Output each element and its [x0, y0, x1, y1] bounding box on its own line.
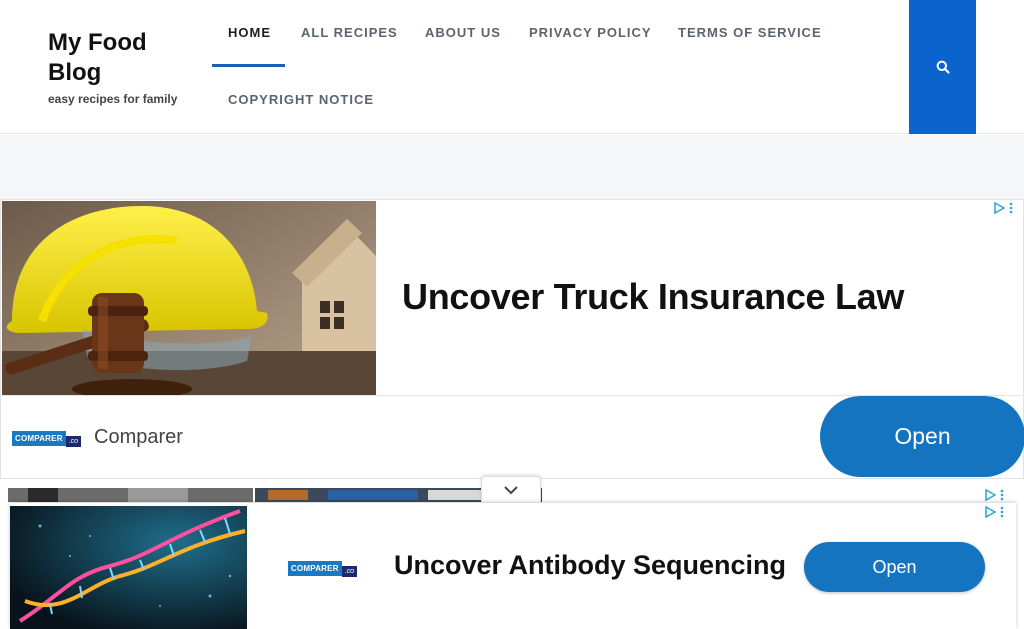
- logo-suffix: .co: [65, 436, 82, 447]
- ad-choices[interactable]: [994, 202, 1013, 214]
- site-header: My Food Blog easy recipes for family HOM…: [0, 0, 1024, 134]
- collapse-ad-button[interactable]: [481, 476, 541, 502]
- nav-item-all-recipes[interactable]: ALL RECIPES: [301, 25, 398, 40]
- logo-text: COMPARER: [288, 561, 342, 576]
- site-title[interactable]: My Food Blog: [48, 28, 198, 88]
- nav-item-terms-of-service[interactable]: TERMS OF SERVICE: [678, 25, 822, 40]
- nav-item-about-us[interactable]: ABOUT US: [425, 25, 501, 40]
- logo-suffix: .co: [341, 566, 358, 577]
- search-icon: [936, 60, 950, 74]
- ad-open-button[interactable]: Open: [820, 396, 1024, 477]
- search-button[interactable]: [909, 0, 976, 134]
- ad-image-hardhat-gavel[interactable]: [2, 201, 376, 395]
- adchoices-icon[interactable]: [985, 506, 996, 518]
- ad-headline-bottom[interactable]: Uncover Antibody Sequencing: [394, 550, 786, 581]
- nav-item-home[interactable]: HOME: [228, 25, 271, 40]
- ad-open-button-bottom[interactable]: Open: [804, 542, 985, 592]
- chevron-down-icon: [504, 485, 518, 494]
- more-options-icon[interactable]: [1009, 202, 1013, 214]
- ad-image-dna-helix[interactable]: [10, 506, 247, 629]
- advertiser-logo[interactable]: COMPARER .co: [12, 430, 82, 447]
- logo-text: COMPARER: [12, 431, 66, 446]
- advertiser-logo-bottom[interactable]: COMPARER .co: [288, 560, 358, 577]
- nav-item-privacy-policy[interactable]: PRIVACY POLICY: [529, 25, 652, 40]
- ad-banner-top[interactable]: Uncover Truck Insurance Law COMPARER .co…: [0, 199, 1024, 479]
- adchoices-icon[interactable]: [994, 202, 1005, 214]
- ad-headline[interactable]: Uncover Truck Insurance Law: [402, 276, 904, 318]
- site-branding: My Food Blog easy recipes for family: [48, 28, 198, 106]
- site-tagline: easy recipes for family: [48, 92, 178, 106]
- content-spacer: [0, 135, 1024, 199]
- advertiser-name[interactable]: Comparer: [94, 426, 183, 449]
- more-options-icon[interactable]: [1000, 506, 1004, 518]
- nav-item-copyright-notice[interactable]: COPYRIGHT NOTICE: [228, 92, 374, 107]
- active-nav-indicator: [212, 64, 285, 67]
- ad-choices-bottom[interactable]: [985, 506, 1004, 518]
- ad-banner-sticky-bottom[interactable]: COMPARER .co Uncover Antibody Sequencing…: [10, 503, 1016, 629]
- ad-choices-behind: [985, 489, 1004, 501]
